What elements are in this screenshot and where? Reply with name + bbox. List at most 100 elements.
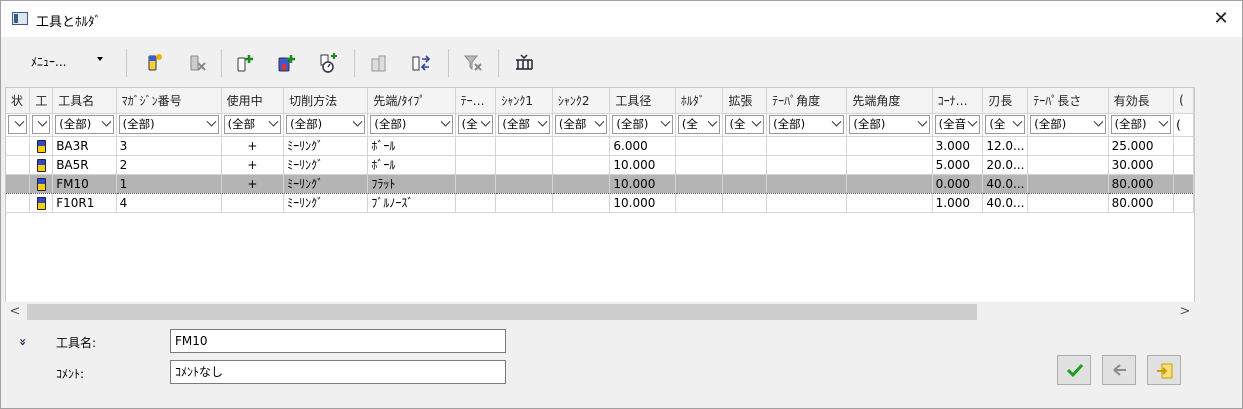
col-header-flute-length[interactable]: 刃長 xyxy=(982,88,1029,114)
col-header-status[interactable]: 状 xyxy=(6,88,31,114)
col-header-corner[interactable]: ｺｰﾅ… xyxy=(932,88,984,114)
ok-button[interactable] xyxy=(1057,355,1091,385)
column-filter-dropdown[interactable]: (全部 xyxy=(498,115,550,134)
scroll-right-icon[interactable]: > xyxy=(1175,302,1195,322)
tool-name-field[interactable]: FM10 xyxy=(170,329,506,353)
empty-cell xyxy=(1027,155,1109,175)
filter-value: (全部 xyxy=(227,117,256,131)
cell-in-use: + xyxy=(221,136,285,156)
col-header-taper-angle[interactable]: ﾃｰﾊﾟ角度 xyxy=(766,88,848,114)
cell-flute: 40.0... xyxy=(982,173,1029,194)
column-filter-dropdown[interactable]: (全 xyxy=(725,115,765,134)
table-row[interactable]: FM10 1 + ﾐｰﾘﾝｸﾞ ﾌﾗｯﾄ 10.000 0.000 40.0... 80.000 xyxy=(6,173,1194,194)
column-filter-dropdown[interactable]: (全部) xyxy=(1110,115,1172,134)
close-button[interactable]: ✕ xyxy=(1201,1,1241,37)
empty-cell xyxy=(495,173,553,194)
filter-cell: (全部) xyxy=(52,113,117,137)
col-header-more[interactable]: ( xyxy=(1173,88,1194,114)
filter-value: (全 xyxy=(461,117,478,131)
col-header-cut-method[interactable]: 切削方法 xyxy=(283,88,369,114)
column-settings-button[interactable] xyxy=(513,52,535,74)
col-header-taper[interactable]: ﾃｰ… xyxy=(455,88,497,114)
menu-dropdown-icon[interactable] xyxy=(97,57,103,61)
add-to-list-button[interactable] xyxy=(234,52,256,74)
filter-cell: (全部 xyxy=(495,113,553,137)
new-tool-button[interactable] xyxy=(143,52,165,74)
cell-in-use: + xyxy=(221,173,285,194)
column-filter-dropdown[interactable]: (全部) xyxy=(55,115,114,134)
swap-tool-button[interactable] xyxy=(409,52,431,74)
add-holder-button[interactable] xyxy=(275,52,297,74)
empty-cell xyxy=(766,155,848,175)
empty-cell xyxy=(6,136,31,156)
column-filter-dropdown[interactable] xyxy=(32,115,51,134)
scroll-left-icon[interactable]: < xyxy=(5,302,25,322)
chevron-down-icon xyxy=(660,116,671,127)
column-filter-dropdown[interactable]: (全部) xyxy=(118,115,219,134)
col-header-holder[interactable]: ﾎﾙﾀﾞ xyxy=(675,88,724,114)
col-header-tip-angle[interactable]: 先端角度 xyxy=(846,88,933,114)
empty-cell xyxy=(1173,173,1194,194)
empty-cell xyxy=(1027,173,1109,194)
delete-tool-button[interactable] xyxy=(186,52,208,74)
column-filter-dropdown[interactable]: (全部) xyxy=(849,115,930,134)
column-filter-dropdown[interactable]: (全 xyxy=(677,115,721,134)
tool-name-label: 工具名: xyxy=(56,336,97,350)
col-header-magazine[interactable]: ﾏｶﾞｼﾞﾝ番号 xyxy=(116,88,222,114)
exit-button[interactable] xyxy=(1147,355,1181,385)
empty-cell xyxy=(722,193,768,213)
filter-value: (全 xyxy=(729,117,746,131)
column-filter-dropdown[interactable]: (全 xyxy=(985,115,1026,134)
empty-cell xyxy=(1173,136,1194,156)
chevron-double-down-icon[interactable]: » xyxy=(16,338,30,346)
undo-button[interactable] xyxy=(1102,355,1136,385)
col-header-diameter[interactable]: 工具径 xyxy=(609,88,676,114)
col-header-in-use[interactable]: 使用中 xyxy=(221,88,285,114)
comment-field[interactable]: ｺﾒﾝﾄなし xyxy=(170,360,506,384)
filter-cell: (全 xyxy=(982,113,1029,137)
col-header-effective-length[interactable]: 有効長 xyxy=(1108,88,1175,114)
filter-cell: (全 xyxy=(675,113,724,137)
filter-value: (全部) xyxy=(773,117,806,131)
column-filter-dropdown[interactable]: (全部) xyxy=(370,115,453,134)
empty-cell xyxy=(495,136,553,156)
clear-filter-button[interactable] xyxy=(462,52,484,74)
tools-holders-dialog: 工具とﾎﾙﾀﾞ ✕ ﾒﾆｭｰ... 状 工 工具名 ﾏｶﾞｼﾞﾝ番号 使用中 切… xyxy=(0,0,1243,409)
checkmark-icon xyxy=(1066,363,1084,378)
toolbar-separator xyxy=(448,49,449,77)
empty-cell xyxy=(766,173,848,194)
col-header-taper-length[interactable]: ﾃｰﾊﾟ長さ xyxy=(1027,88,1109,114)
column-filter-dropdown[interactable]: (全部 xyxy=(223,115,282,134)
column-filter-dropdown[interactable]: (全音 xyxy=(934,115,981,134)
menu-button[interactable]: ﾒﾆｭｰ... xyxy=(31,51,66,73)
details-panel: » 工具名: FM10 ｺﾒﾝﾄ: ｺﾒﾝﾄなし xyxy=(1,323,1242,408)
column-filter-dropdown[interactable]: (全部 xyxy=(554,115,608,134)
col-header-shank1[interactable]: ｼｬﾝｸ1 xyxy=(495,88,553,114)
table-row[interactable]: F10R1 4 ﾐｰﾘﾝｸﾞ ﾌﾞﾙﾉｰｽﾞ 10.000 1.000 40.0... 80.… xyxy=(6,193,1194,213)
column-filter-dropdown[interactable]: (全部) xyxy=(286,115,366,134)
window-title: 工具とﾎﾙﾀﾞ xyxy=(36,15,102,30)
column-filter-dropdown[interactable]: (全 xyxy=(457,115,494,134)
col-header-extension[interactable]: 拡張 xyxy=(722,88,768,114)
col-header-shank2[interactable]: ｼｬﾝｸ2 xyxy=(552,88,611,114)
table-row[interactable]: BA3R 3 + ﾐｰﾘﾝｸﾞ ﾎﾞｰﾙ 6.000 3.000 12.0... 25.000 xyxy=(6,136,1194,156)
chevron-down-icon xyxy=(352,116,363,127)
measure-tool-button[interactable] xyxy=(317,52,339,74)
column-filter-dropdown[interactable]: (全部) xyxy=(612,115,673,134)
col-header-tip-type[interactable]: 先端/ﾀｲﾌﾟ xyxy=(367,88,456,114)
empty-cell xyxy=(552,193,611,213)
table-row[interactable]: BA5R 2 + ﾐｰﾘﾝｸﾞ ﾎﾞｰﾙ 10.000 5.000 20.0... 30.000 xyxy=(6,155,1194,175)
column-filter-dropdown[interactable]: (全部) xyxy=(769,115,845,134)
col-header-tool-type[interactable]: 工 xyxy=(29,88,54,114)
copy-tool-button[interactable] xyxy=(368,52,390,74)
column-filter-dropdown[interactable]: (全部) xyxy=(1030,115,1106,134)
col-header-tool-name[interactable]: 工具名 xyxy=(52,88,117,114)
chevron-down-icon xyxy=(14,116,25,127)
comment-label: ｺﾒﾝﾄ: xyxy=(56,367,85,381)
scrollbar-thumb[interactable] xyxy=(27,304,977,320)
horizontal-scrollbar[interactable]: < > xyxy=(5,302,1195,322)
column-filter-dropdown[interactable] xyxy=(8,115,28,134)
filter-cell: (全部) xyxy=(1108,113,1175,137)
tool-add-icon xyxy=(148,54,162,71)
filter-cell: (全部) xyxy=(846,113,933,137)
